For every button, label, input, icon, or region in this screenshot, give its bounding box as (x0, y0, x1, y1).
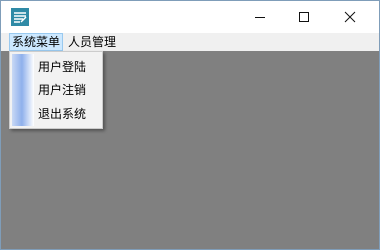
minimize-button[interactable] (237, 1, 283, 33)
system-menu-dropdown: 用户登陆 用户注销 退出系统 (9, 51, 103, 129)
menu-item-user-logout[interactable]: 用户注销 (38, 79, 86, 101)
menu-bar: 系统菜单 人员管理 (1, 33, 379, 51)
app-window: 系统菜单 人员管理 用户登陆 用户注销 退出系统 (0, 0, 380, 250)
dropdown-gutter (12, 54, 34, 126)
title-bar[interactable] (1, 1, 379, 33)
close-icon (344, 8, 356, 27)
menu-system[interactable]: 系统菜单 (9, 33, 64, 51)
close-button[interactable] (327, 1, 373, 33)
app-icon[interactable] (11, 8, 29, 26)
maximize-icon (298, 8, 310, 27)
maximize-button[interactable] (281, 1, 327, 33)
minimize-icon (254, 8, 266, 27)
menu-people-management[interactable]: 人员管理 (65, 33, 119, 51)
menu-item-exit-system[interactable]: 退出系统 (38, 103, 86, 125)
menu-item-user-login[interactable]: 用户登陆 (38, 56, 86, 78)
